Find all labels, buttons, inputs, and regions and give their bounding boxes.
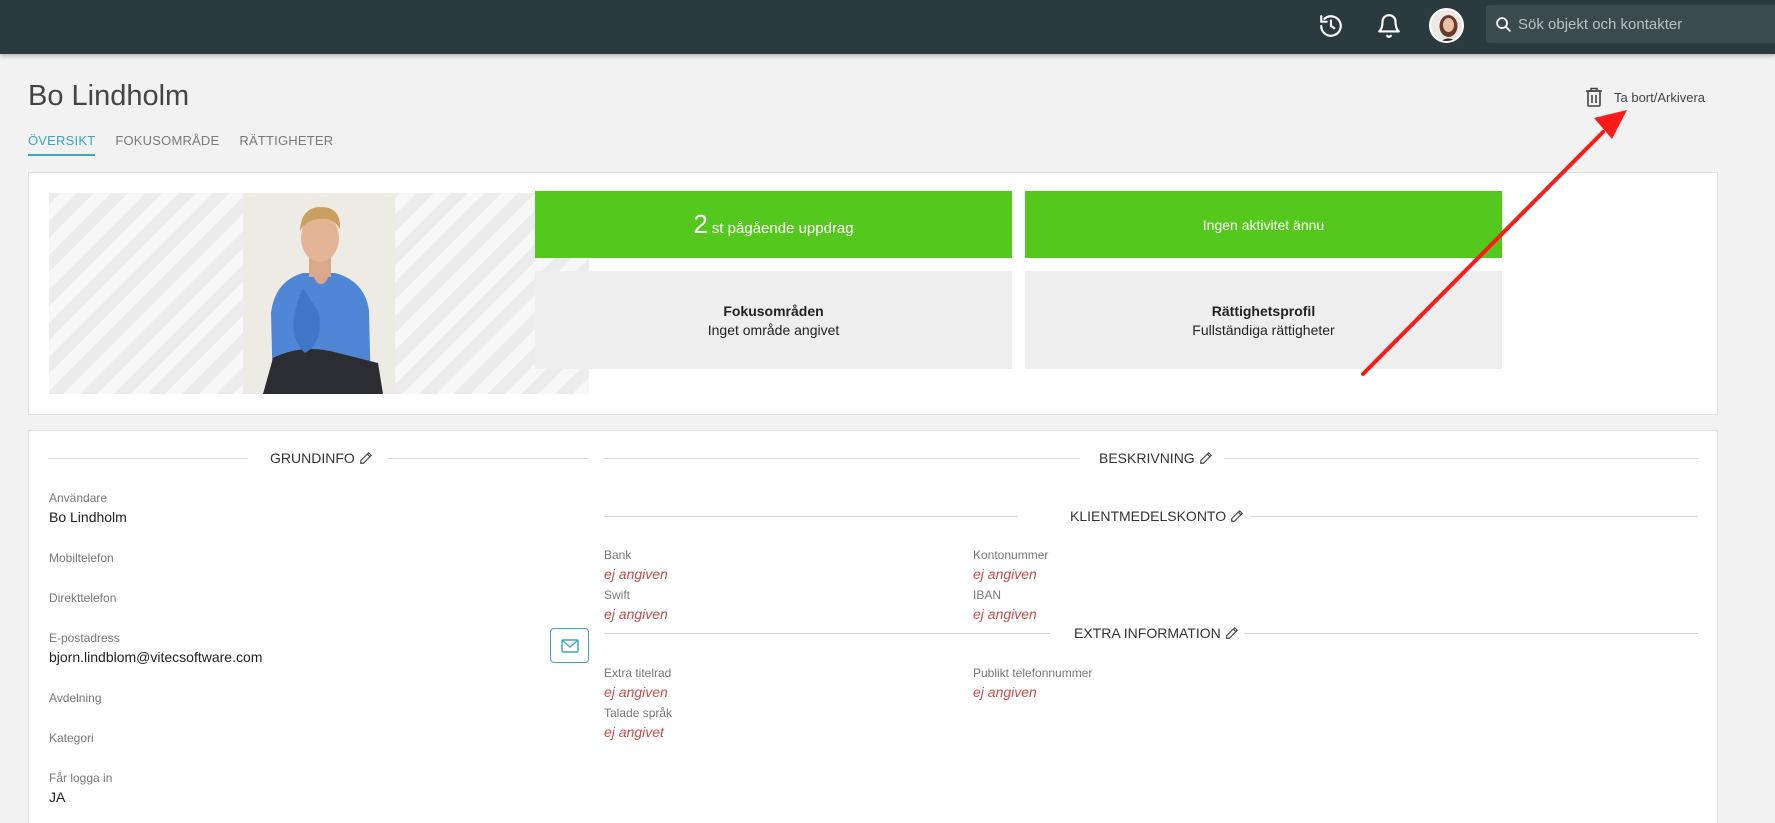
history-icon[interactable] xyxy=(1316,11,1346,41)
assignments-count: 2 xyxy=(693,209,708,239)
category-label: Kategori xyxy=(49,731,94,745)
extra-titleline-label: Extra titelrad xyxy=(604,666,672,680)
mobile-label: Mobiltelefon xyxy=(49,551,114,565)
focus-areas-tile[interactable]: Fokusområden Inget område angivet xyxy=(535,271,1012,369)
extra-information-title: EXTRA INFORMATION xyxy=(1074,625,1221,641)
public-phone-label: Publikt telefonnummer xyxy=(973,666,1093,680)
archive-button[interactable]: Ta bort/Arkivera xyxy=(1584,86,1705,108)
search-input[interactable] xyxy=(1518,5,1768,43)
tab-oversikt[interactable]: ÖVERSIKT xyxy=(28,133,96,156)
login-value: JA xyxy=(49,789,66,805)
swift-value: ej angiven xyxy=(604,606,668,622)
user-avatar[interactable] xyxy=(1429,8,1464,43)
iban-value: ej angiven xyxy=(973,606,1037,622)
edit-pencil-icon[interactable] xyxy=(1225,626,1239,640)
rights-profile-tile[interactable]: Rättighetsprofil Fullständiga rättighete… xyxy=(1025,271,1502,369)
email-label: E-postadress xyxy=(49,631,120,645)
user-label: Användare xyxy=(49,491,108,505)
tab-rattigheter[interactable]: RÄTTIGHETER xyxy=(239,133,333,156)
activity-text: Ingen aktivitet ännu xyxy=(1202,216,1325,233)
iban-label: IBAN xyxy=(973,588,1002,602)
direct-phone-label: Direkttelefon xyxy=(49,591,117,605)
focus-areas-value: Inget område angivet xyxy=(707,321,840,338)
bank-label: Bank xyxy=(604,548,632,562)
profile-photo-area xyxy=(49,193,589,394)
assignments-tile[interactable]: 2 st pågående uppdrag xyxy=(535,191,1012,258)
beskrivning-header: BESKRIVNING xyxy=(604,450,1698,466)
overview-panel: 2 st pågående uppdrag Ingen aktivitet än… xyxy=(28,172,1718,415)
edit-pencil-icon[interactable] xyxy=(1230,509,1244,523)
rights-profile-title: Rättighetsprofil xyxy=(1211,302,1316,319)
send-email-button[interactable] xyxy=(550,628,589,663)
envelope-icon xyxy=(560,638,579,653)
department-label: Avdelning xyxy=(49,691,102,705)
extra-information-header: EXTRA INFORMATION xyxy=(604,625,1698,641)
rights-profile-value: Fullständiga rättigheter xyxy=(1192,321,1335,338)
trash-icon xyxy=(1586,87,1602,107)
grundinfo-header: GRUNDINFO xyxy=(48,450,588,466)
login-label: Får logga in xyxy=(49,771,113,785)
email-value: bjorn.lindblom@vitecsoftware.com xyxy=(49,649,263,665)
account-number-label: Kontonummer xyxy=(973,548,1049,562)
user-value: Bo Lindholm xyxy=(49,509,127,525)
klientmedel-title: KLIENTMEDELSKONTO xyxy=(1070,508,1227,524)
spoken-language-value: ej angivet xyxy=(604,724,664,740)
archive-label: Ta bort/Arkivera xyxy=(1614,89,1706,105)
public-phone-value: ej angiven xyxy=(973,684,1037,700)
spoken-language-label: Talade språk xyxy=(604,706,673,720)
edit-pencil-icon[interactable] xyxy=(1199,451,1213,465)
focus-areas-title: Fokusområden xyxy=(723,302,824,319)
search-bar[interactable] xyxy=(1486,5,1775,43)
grundinfo-title: GRUNDINFO xyxy=(270,450,355,466)
profile-photo xyxy=(243,193,395,394)
assignments-text: st pågående uppdrag xyxy=(711,220,854,237)
account-number-value: ej angiven xyxy=(973,566,1037,582)
top-navigation-bar xyxy=(0,0,1775,54)
swift-label: Swift xyxy=(604,588,631,602)
edit-pencil-icon[interactable] xyxy=(359,451,373,465)
search-icon xyxy=(1496,17,1511,32)
page-title: Bo Lindholm xyxy=(28,80,190,112)
beskrivning-title: BESKRIVNING xyxy=(1099,450,1195,466)
bell-icon[interactable] xyxy=(1374,11,1404,41)
tab-fokusomrade[interactable]: FOKUSOMRÅDE xyxy=(115,133,219,156)
klientmedel-header: KLIENTMEDELSKONTO xyxy=(604,508,1698,524)
bank-value: ej angiven xyxy=(604,566,668,582)
tab-bar: ÖVERSIKT FOKUSOMRÅDE RÄTTIGHETER xyxy=(28,133,333,156)
activity-tile[interactable]: Ingen aktivitet ännu xyxy=(1025,191,1502,258)
extra-titleline-value: ej angiven xyxy=(604,684,668,700)
